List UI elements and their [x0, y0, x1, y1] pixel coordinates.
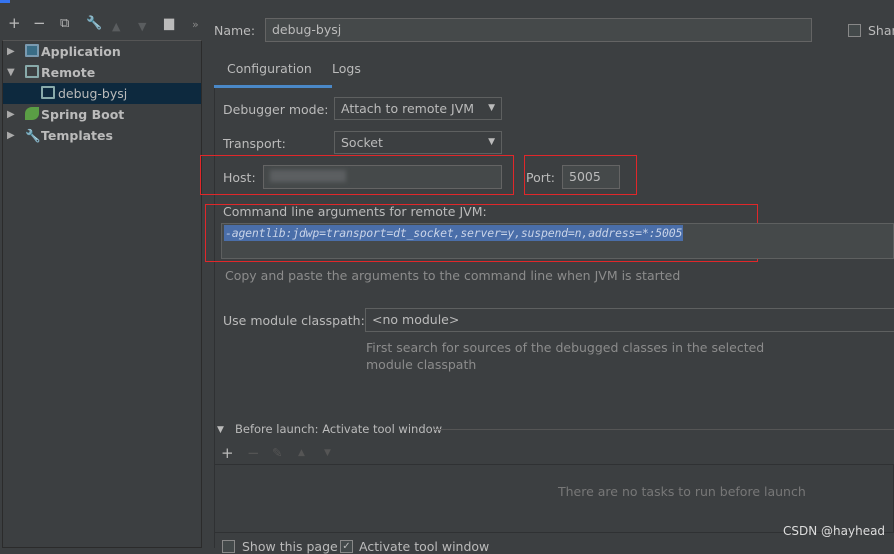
cmd-textarea[interactable]: -agentlib:jdwp=transport=dt_socket,serve… — [221, 223, 894, 259]
expand-icon[interactable]: ▶ — [7, 41, 15, 62]
tree-label: Spring Boot — [41, 107, 125, 122]
remote-icon — [25, 65, 39, 78]
chevron-down-icon: ▼ — [488, 137, 495, 147]
activate-label: Activate tool window — [359, 539, 490, 554]
move-up-icon[interactable]: ▲ — [298, 448, 305, 458]
transport-select[interactable]: Socket ▼ — [334, 131, 502, 154]
share-checkbox[interactable] — [848, 24, 861, 37]
expand-icon[interactable]: ▶ — [7, 125, 15, 146]
move-down-icon[interactable]: ▼ — [324, 448, 331, 458]
tree-item-templates[interactable]: ▶ 🔧 Templates — [3, 125, 201, 146]
cmd-label: Command line arguments for remote JVM: — [223, 204, 487, 219]
remove-task-icon[interactable]: − — [247, 444, 260, 462]
before-launch-title: Before launch: Activate tool window — [235, 422, 443, 436]
blurred-host — [270, 170, 346, 182]
chevron-down-icon: ▼ — [488, 103, 495, 113]
tree-item-remote[interactable]: ▼ Remote — [3, 62, 201, 83]
collapse-icon[interactable]: ▼ — [217, 425, 224, 435]
tab-configuration[interactable]: Configuration — [214, 55, 332, 88]
module-hint: module classpath — [366, 357, 477, 372]
host-label: Host: — [223, 170, 256, 185]
remove-icon[interactable]: − — [33, 14, 46, 32]
tree-label: Remote — [41, 65, 96, 80]
debugger-mode-label: Debugger mode: — [223, 102, 329, 117]
module-select[interactable]: <no module> — [365, 308, 894, 332]
name-input[interactable]: debug-bysj — [265, 18, 812, 42]
more-icon[interactable]: » — [192, 18, 199, 31]
port-label: Port: — [526, 170, 555, 185]
cmd-hint: Copy and paste the arguments to the comm… — [225, 268, 681, 283]
cmd-value: -agentlib:jdwp=transport=dt_socket,serve… — [224, 225, 684, 241]
collapse-icon[interactable]: ▼ — [7, 62, 15, 83]
empty-tasks-text: There are no tasks to run before launch — [558, 484, 806, 499]
port-input[interactable]: 5005 — [562, 165, 620, 189]
share-label: Shar — [868, 23, 894, 38]
wrench-icon[interactable]: 🔧 — [86, 16, 102, 31]
new-folder-icon[interactable]: ▆ — [164, 16, 174, 31]
show-page-checkbox[interactable] — [222, 540, 235, 553]
name-label: Name: — [214, 23, 256, 38]
wrench-icon: 🔧 — [25, 128, 41, 143]
config-tree: ▶ Application ▼ Remote debug-bysj ▶ Spring … — [2, 40, 202, 548]
module-hint: First search for sources of the debugged… — [366, 340, 765, 355]
watermark: CSDN @hayhead — [783, 524, 886, 538]
expand-icon[interactable]: ▶ — [7, 104, 15, 125]
add-icon[interactable]: + — [8, 14, 21, 32]
tree-item-application[interactable]: ▶ Application — [3, 41, 201, 62]
tree-label: Application — [41, 44, 121, 59]
transport-label: Transport: — [223, 136, 286, 151]
tree-item-debug-bysj[interactable]: debug-bysj — [3, 83, 201, 104]
activate-checkbox[interactable]: ✓ — [340, 540, 353, 553]
remote-icon — [41, 86, 55, 99]
move-down-icon[interactable]: ▼ — [138, 20, 146, 33]
edit-task-icon[interactable]: ✎ — [272, 445, 282, 460]
move-up-icon[interactable]: ▲ — [112, 20, 120, 33]
select-value: Attach to remote JVM — [341, 101, 475, 116]
module-label: Use module classpath: — [223, 313, 365, 328]
spring-boot-icon — [25, 107, 39, 120]
divider — [433, 429, 894, 430]
tree-item-spring-boot[interactable]: ▶ Spring Boot — [3, 104, 201, 125]
add-task-icon[interactable]: + — [221, 444, 234, 462]
select-value: Socket — [341, 135, 383, 150]
tab-label: Configuration — [227, 61, 312, 76]
tab-logs[interactable]: Logs — [332, 61, 361, 76]
tree-label: Templates — [41, 128, 113, 143]
title-accent — [0, 0, 10, 3]
show-page-label: Show this page — [242, 539, 338, 554]
copy-icon[interactable]: ⧉ — [60, 16, 69, 31]
application-icon — [25, 44, 39, 57]
debugger-mode-select[interactable]: Attach to remote JVM ▼ — [334, 97, 502, 120]
tree-label: debug-bysj — [58, 86, 128, 101]
